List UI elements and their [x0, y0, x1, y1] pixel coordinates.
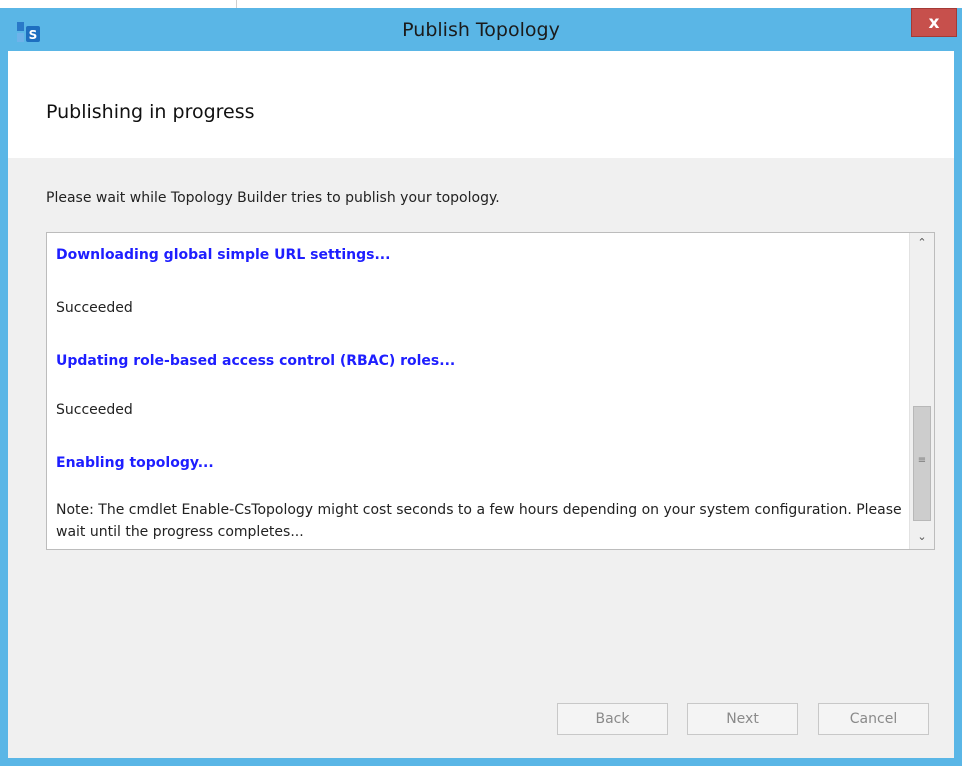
- publish-topology-window: S Publish Topology x Publishing in progr…: [0, 8, 962, 766]
- progress-log[interactable]: Downloading global simple URL settings..…: [46, 232, 935, 550]
- log-entry-action: Downloading global simple URL settings..…: [56, 247, 391, 263]
- close-button[interactable]: x: [911, 8, 957, 37]
- scrollbar-thumb[interactable]: ≡: [913, 406, 931, 521]
- title-bar[interactable]: S Publish Topology x: [0, 8, 962, 51]
- scroll-down-arrow-icon[interactable]: ⌄: [910, 527, 934, 547]
- dialog-body: Publishing in progress Please wait while…: [8, 51, 954, 758]
- log-entry-action: Updating role-based access control (RBAC…: [56, 353, 456, 369]
- page-header: Publishing in progress: [8, 51, 954, 158]
- log-content: Downloading global simple URL settings..…: [47, 233, 909, 549]
- background-divider: [236, 0, 237, 8]
- scroll-up-arrow-icon[interactable]: ⌃: [910, 233, 934, 253]
- instruction-text: Please wait while Topology Builder tries…: [46, 190, 500, 206]
- cancel-button[interactable]: Cancel: [818, 703, 929, 735]
- log-scrollbar[interactable]: ⌃ ≡ ⌄: [909, 233, 934, 549]
- log-entry-action: Enabling topology...: [56, 455, 214, 471]
- log-entry-result: Succeeded: [56, 300, 133, 316]
- window-title: Publish Topology: [402, 19, 560, 41]
- grip-icon: ≡: [917, 455, 927, 466]
- background-strip: [0, 0, 962, 8]
- next-button[interactable]: Next: [687, 703, 798, 735]
- log-entry-result: Succeeded: [56, 402, 133, 418]
- log-entry-note: Note: The cmdlet Enable-CsTopology might…: [56, 502, 902, 540]
- back-button[interactable]: Back: [557, 703, 668, 735]
- page-title: Publishing in progress: [46, 101, 255, 123]
